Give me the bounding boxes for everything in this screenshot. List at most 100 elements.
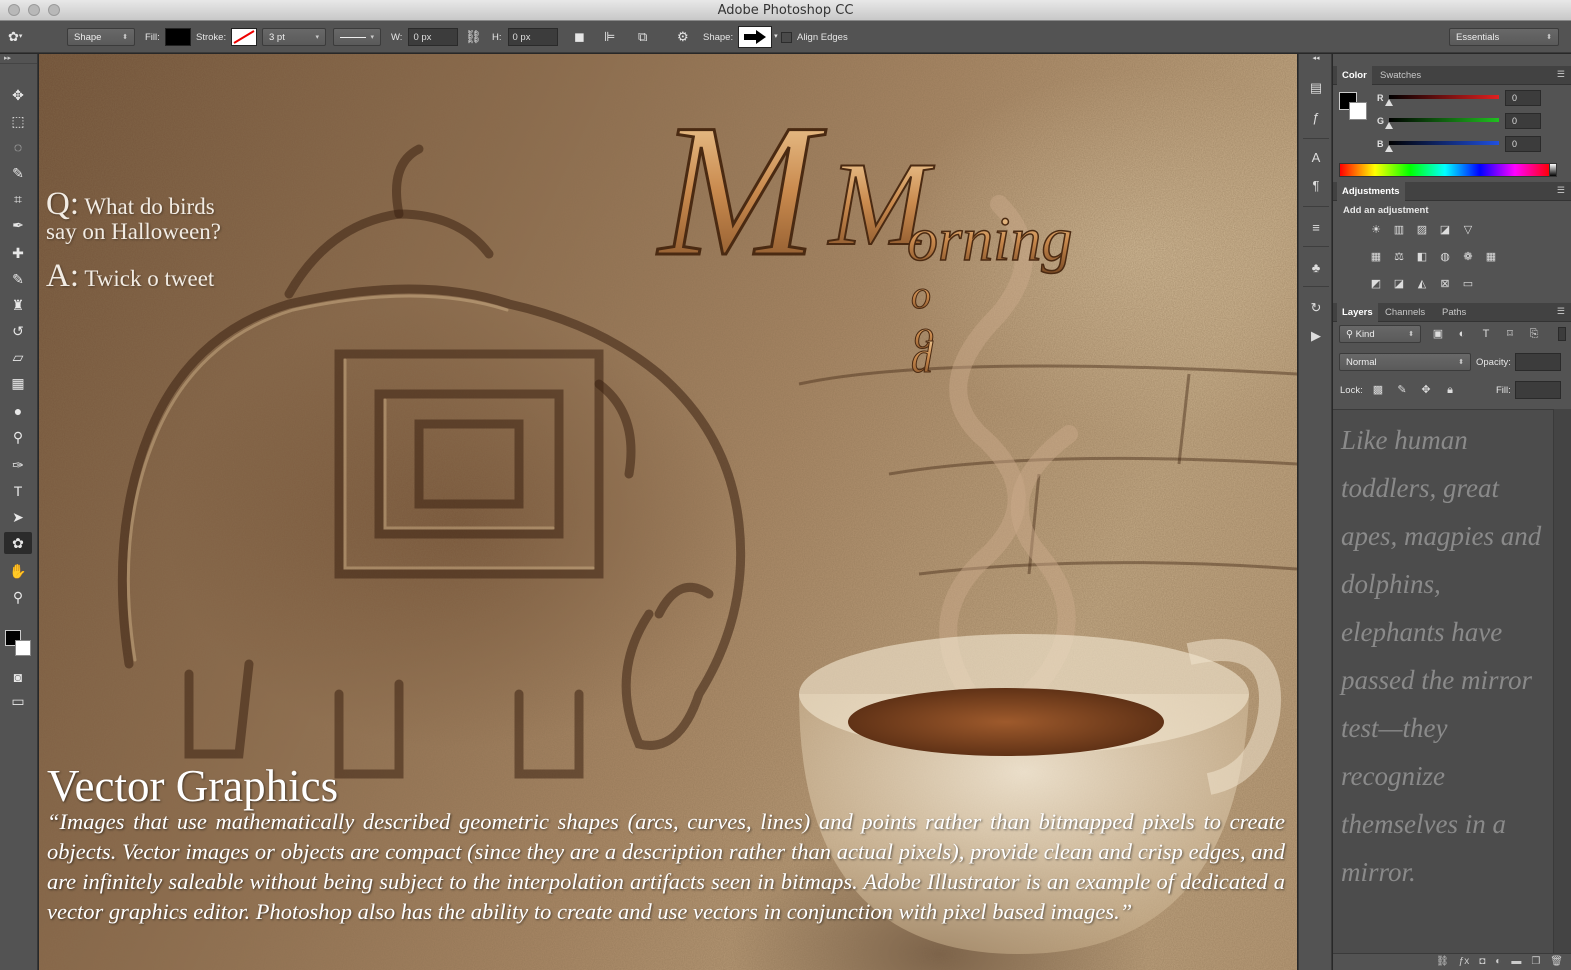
layer-filter-toggle[interactable]	[1558, 327, 1566, 341]
photo-filter-icon[interactable]: ◍	[1436, 248, 1454, 266]
black-white-ramp[interactable]	[1549, 163, 1557, 177]
channel-value-field[interactable]: 0	[1505, 136, 1541, 152]
blend-mode-dropdown[interactable]: Normal ⬍	[1339, 353, 1471, 371]
layer-filter-kind-dropdown[interactable]: ⚲ Kind ⬍	[1339, 325, 1421, 343]
fill-color-swatch[interactable]	[164, 28, 191, 46]
trash-icon[interactable]: 🗑︎	[1550, 954, 1563, 970]
slider-thumb[interactable]	[1385, 145, 1393, 152]
black-white-icon[interactable]: ◧	[1413, 248, 1431, 266]
slider-thumb[interactable]	[1385, 122, 1393, 129]
tab-swatches[interactable]: Swatches	[1375, 66, 1426, 85]
clone-stamp-tool[interactable]: ♜	[4, 294, 32, 316]
path-selection-tool[interactable]: ➤	[4, 506, 32, 528]
color-balance-icon[interactable]: ⚖	[1390, 248, 1408, 266]
vibrance-icon[interactable]: ▽	[1459, 221, 1477, 239]
posterize-icon[interactable]: ◪	[1390, 275, 1408, 293]
new-group-icon[interactable]: ▬	[1511, 954, 1521, 970]
lasso-tool[interactable]: ◌	[4, 136, 32, 158]
tools-panel-collapse[interactable]: ▸▸	[0, 54, 37, 64]
tab-channels[interactable]: Channels	[1380, 303, 1430, 322]
brush-tool[interactable]: ✎	[4, 268, 32, 290]
link-dimensions-button[interactable]: ⛓	[465, 28, 483, 46]
filter-smart-objects-icon[interactable]: ⎘	[1525, 325, 1543, 343]
workspace-dropdown[interactable]: Essentials ⬍	[1449, 28, 1559, 46]
eraser-tool[interactable]: ▱	[4, 346, 32, 368]
zoom-tool[interactable]: ⚲	[4, 586, 32, 608]
color-spectrum-bar[interactable]	[1339, 163, 1551, 177]
screen-mode-button[interactable]: ▭	[4, 690, 32, 712]
link-layers-icon[interactable]: ⛓	[1436, 954, 1449, 970]
tool-preset-picker[interactable]: ✿ ▾	[8, 28, 50, 46]
tab-layers[interactable]: Layers	[1337, 303, 1378, 322]
gradient-tool[interactable]: ▦	[4, 372, 32, 394]
marquee-tool[interactable]: ⬚	[4, 110, 32, 132]
history-brush-tool[interactable]: ↺	[4, 320, 32, 342]
fx-icon[interactable]: ƒx	[1459, 954, 1470, 970]
layers-scrollbar[interactable]	[1553, 409, 1571, 954]
path-operations-button[interactable]: ◼	[574, 28, 592, 46]
filter-type-layers-icon[interactable]: T	[1477, 325, 1495, 343]
height-field[interactable]: 0 px	[507, 28, 558, 46]
filter-adjustment-layers-icon[interactable]: ◐	[1453, 325, 1471, 343]
type-tool[interactable]: T	[4, 480, 32, 502]
eyedropper-tool[interactable]: ✒	[4, 214, 32, 236]
crop-tool[interactable]: ⌗	[4, 188, 32, 210]
curves-icon[interactable]: ▨	[1413, 221, 1431, 239]
selective-color-icon[interactable]: ⊠	[1436, 275, 1454, 293]
custom-shape-tool[interactable]: ✿	[4, 532, 32, 554]
stroke-color-swatch[interactable]	[231, 28, 258, 46]
quick-selection-tool[interactable]: ✎	[4, 162, 32, 184]
panel-menu-icon[interactable]: ☰	[1557, 306, 1565, 317]
gradient-map-icon[interactable]: ▭	[1459, 275, 1477, 293]
character-panel-button[interactable]: A	[1305, 148, 1327, 168]
move-tool[interactable]: ✥	[4, 84, 32, 106]
lock-transparent-pixels-icon[interactable]: ▩	[1369, 381, 1387, 399]
channel-value-field[interactable]: 0	[1505, 113, 1541, 129]
collapse-panels-button[interactable]: ◂◂	[1305, 54, 1327, 64]
channel-value-field[interactable]: 0	[1505, 90, 1541, 106]
color-lookup-icon[interactable]: ▦	[1482, 248, 1500, 266]
fill-field[interactable]	[1515, 381, 1561, 399]
lock-all-icon[interactable]: 🔒︎	[1441, 381, 1459, 399]
tab-paths[interactable]: Paths	[1437, 303, 1471, 322]
tab-adjustments[interactable]: Adjustments	[1337, 182, 1405, 201]
hand-tool[interactable]: ✋	[4, 560, 32, 582]
new-layer-icon[interactable]: ❐	[1531, 954, 1540, 970]
path-alignment-button[interactable]: ⊫	[604, 28, 624, 46]
geometry-options-button[interactable]: ⚙	[677, 28, 695, 46]
brightness-contrast-icon[interactable]: ☀	[1367, 221, 1385, 239]
tool-mode-dropdown[interactable]: Shape ⬍	[67, 28, 135, 46]
filter-shape-layers-icon[interactable]: ⌑	[1501, 325, 1519, 343]
threshold-icon[interactable]: ◭	[1413, 275, 1431, 293]
path-arrangement-button[interactable]: ⧉	[638, 28, 660, 46]
background-color-swatch[interactable]	[15, 640, 31, 656]
slider-track[interactable]	[1389, 141, 1499, 145]
document-canvas[interactable]: M M orning o o d Q: What do birds say on…	[39, 54, 1297, 970]
align-edges-checkbox[interactable]	[781, 31, 792, 43]
stroke-type-dropdown[interactable]: ▾	[333, 28, 381, 46]
healing-brush-tool[interactable]: ✚	[4, 242, 32, 264]
panel-menu-icon[interactable]: ☰	[1557, 185, 1565, 196]
layer-styles-panel-button[interactable]: ƒ	[1305, 108, 1327, 128]
paragraph-panel-button[interactable]: ¶	[1305, 176, 1327, 196]
clone-source-button[interactable]: ♣	[1305, 258, 1327, 278]
slider-track[interactable]	[1389, 118, 1499, 122]
tab-color[interactable]: Color	[1337, 66, 1372, 85]
opacity-field[interactable]	[1515, 353, 1561, 371]
background-color-swatch[interactable]	[1349, 102, 1367, 120]
filter-pixel-layers-icon[interactable]: ▣	[1429, 325, 1447, 343]
shape-picker[interactable]	[738, 26, 773, 48]
brush-presets-button[interactable]: ≡	[1305, 218, 1327, 238]
slider-thumb[interactable]	[1385, 99, 1393, 106]
pen-tool[interactable]: ✑	[4, 454, 32, 476]
add-mask-icon[interactable]: ◘	[1479, 954, 1485, 970]
width-field[interactable]: 0 px	[408, 28, 459, 46]
slider-track[interactable]	[1389, 95, 1499, 99]
info-panel-button[interactable]: ▤	[1305, 78, 1327, 98]
invert-icon[interactable]: ◩	[1367, 275, 1385, 293]
stroke-width-field[interactable]: 3 pt ▾	[262, 28, 326, 46]
lock-position-icon[interactable]: ✥	[1417, 381, 1435, 399]
history-panel-button[interactable]: ↻	[1305, 298, 1327, 318]
dodge-tool[interactable]: ⚲	[4, 426, 32, 448]
actions-panel-button[interactable]: ▶	[1305, 326, 1327, 346]
